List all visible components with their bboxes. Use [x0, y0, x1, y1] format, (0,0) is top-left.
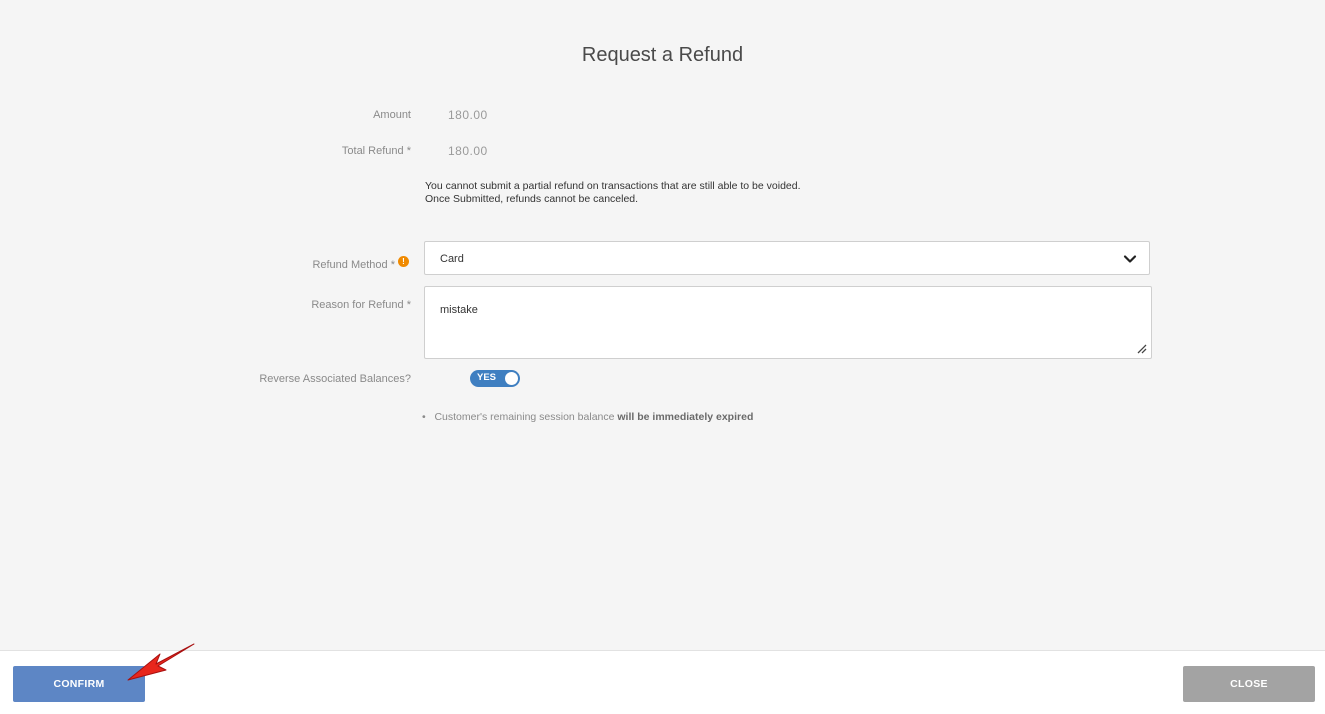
refund-method-select[interactable]: Card — [424, 241, 1150, 275]
amount-value: 180.00 — [448, 108, 488, 122]
toggle-label: YES — [477, 372, 497, 383]
refund-method-label: Refund Method * — [312, 259, 395, 271]
notice-line-1: You cannot submit a partial refund on tr… — [425, 180, 801, 192]
refund-dialog: Request a Refund Amount 180.00 Total Ref… — [0, 0, 1325, 714]
balance-warning: • Customer's remaining session balance w… — [422, 411, 753, 423]
amount-label: Amount — [373, 109, 411, 121]
info-icon[interactable]: ! — [398, 256, 409, 267]
reason-value: mistake — [440, 304, 478, 316]
balance-warning-emphasis: will be immediately expired — [617, 411, 754, 423]
dialog-footer: CONFIRM CLOSE — [0, 650, 1325, 714]
total-refund-label: Total Refund * — [341, 145, 411, 157]
reverse-balances-label: Reverse Associated Balances? — [259, 373, 411, 385]
refund-notice: You cannot submit a partial refund on tr… — [425, 180, 801, 206]
reason-label: Reason for Refund * — [311, 299, 411, 311]
balance-warning-text: Customer's remaining session balance — [434, 411, 615, 423]
notice-line-2: Once Submitted, refunds cannot be cancel… — [425, 193, 639, 205]
red-arrow-icon — [127, 643, 195, 681]
reverse-balances-toggle[interactable]: YES — [470, 370, 520, 387]
bullet-marker: • — [422, 411, 426, 423]
chevron-down-icon — [1123, 255, 1137, 263]
close-button[interactable]: CLOSE — [1183, 666, 1315, 702]
toggle-knob — [505, 372, 518, 385]
total-refund-value: 180.00 — [448, 144, 488, 158]
page-title: Request a Refund — [581, 44, 744, 66]
refund-method-value: Card — [440, 253, 464, 265]
reason-textarea[interactable]: mistake — [424, 286, 1152, 359]
resize-handle-icon[interactable] — [1135, 342, 1147, 354]
